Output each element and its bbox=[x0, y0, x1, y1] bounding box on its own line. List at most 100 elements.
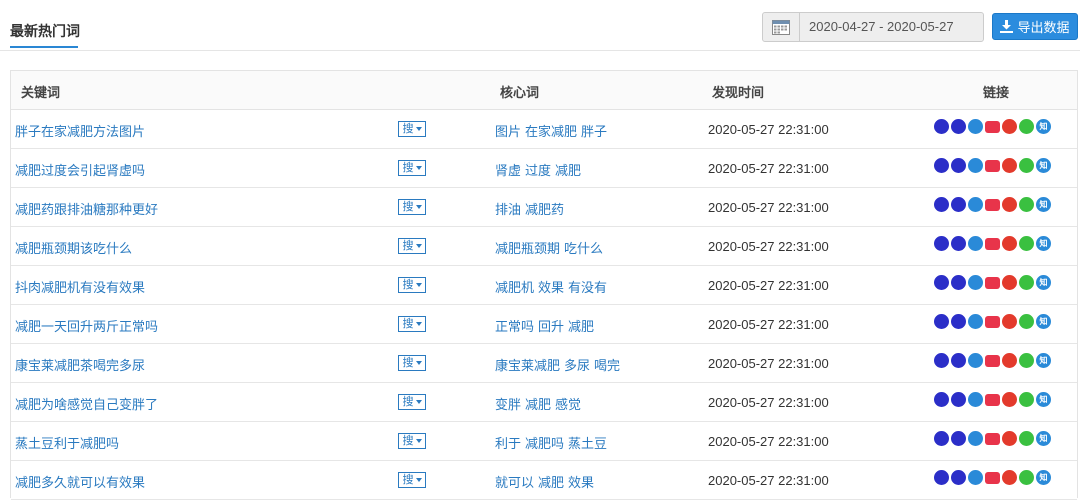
sogou-icon[interactable] bbox=[968, 275, 983, 290]
sogou-icon[interactable] bbox=[968, 314, 983, 329]
search-dropdown-button[interactable]: 搜 bbox=[398, 472, 426, 488]
taobao-icon[interactable] bbox=[985, 121, 1000, 133]
core-word-link[interactable]: 排油 bbox=[495, 203, 521, 218]
core-word-link[interactable]: 减肥吗 bbox=[525, 437, 564, 452]
core-word-link[interactable]: 回升 bbox=[538, 320, 564, 335]
keyword-link[interactable]: 减肥药跟排油糖那种更好 bbox=[15, 199, 158, 218]
wechat-icon[interactable] bbox=[1019, 197, 1034, 212]
core-word-link[interactable]: 变胖 bbox=[495, 398, 521, 413]
zhihu-icon[interactable]: 知 bbox=[1036, 392, 1051, 407]
core-word-link[interactable]: 喝完 bbox=[594, 359, 620, 374]
sogou-icon[interactable] bbox=[968, 392, 983, 407]
core-word-link[interactable]: 利于 bbox=[495, 437, 521, 452]
wechat-icon[interactable] bbox=[1019, 275, 1034, 290]
taobao-icon[interactable] bbox=[985, 433, 1000, 445]
360-icon[interactable] bbox=[951, 392, 966, 407]
tab-latest-hot-words[interactable]: 最新热门词 bbox=[10, 21, 80, 41]
taobao-icon[interactable] bbox=[985, 199, 1000, 211]
360-icon[interactable] bbox=[951, 275, 966, 290]
core-word-link[interactable]: 蒸土豆 bbox=[568, 437, 607, 452]
keyword-link[interactable]: 蒸土豆利于减肥吗 bbox=[15, 433, 119, 452]
baidu-icon[interactable] bbox=[934, 236, 949, 251]
weibo-icon[interactable] bbox=[1002, 197, 1017, 212]
keyword-link[interactable]: 抖肉减肥机有没有效果 bbox=[15, 277, 145, 296]
360-icon[interactable] bbox=[951, 158, 966, 173]
core-word-link[interactable]: 在家减肥 bbox=[525, 125, 577, 140]
baidu-icon[interactable] bbox=[934, 392, 949, 407]
baidu-icon[interactable] bbox=[934, 314, 949, 329]
core-word-link[interactable]: 就可以 bbox=[495, 476, 534, 491]
search-dropdown-button[interactable]: 搜 bbox=[398, 160, 426, 176]
keyword-link[interactable]: 胖子在家减肥方法图片 bbox=[15, 121, 145, 140]
search-dropdown-button[interactable]: 搜 bbox=[398, 316, 426, 332]
export-data-button[interactable]: 导出数据 bbox=[992, 13, 1078, 40]
zhihu-icon[interactable]: 知 bbox=[1036, 119, 1051, 134]
baidu-icon[interactable] bbox=[934, 119, 949, 134]
keyword-link[interactable]: 减肥一天回升两斤正常吗 bbox=[15, 316, 158, 335]
core-word-link[interactable]: 减肥药 bbox=[525, 203, 564, 218]
360-icon[interactable] bbox=[951, 353, 966, 368]
keyword-link[interactable]: 减肥瓶颈期该吃什么 bbox=[15, 238, 132, 257]
core-word-link[interactable]: 图片 bbox=[495, 125, 521, 140]
core-word-link[interactable]: 胖子 bbox=[581, 125, 607, 140]
core-word-link[interactable]: 减肥瓶颈期 bbox=[495, 242, 560, 257]
weibo-icon[interactable] bbox=[1002, 314, 1017, 329]
core-word-link[interactable]: 正常吗 bbox=[495, 320, 534, 335]
wechat-icon[interactable] bbox=[1019, 431, 1034, 446]
core-word-link[interactable]: 康宝莱减肥 bbox=[495, 359, 560, 374]
keyword-link[interactable]: 康宝莱减肥茶喝完多尿 bbox=[15, 355, 145, 374]
core-word-link[interactable]: 过度 bbox=[525, 164, 551, 179]
zhihu-icon[interactable]: 知 bbox=[1036, 353, 1051, 368]
core-word-link[interactable]: 感觉 bbox=[555, 398, 581, 413]
search-dropdown-button[interactable]: 搜 bbox=[398, 355, 426, 371]
wechat-icon[interactable] bbox=[1019, 314, 1034, 329]
sogou-icon[interactable] bbox=[968, 353, 983, 368]
baidu-icon[interactable] bbox=[934, 353, 949, 368]
weibo-icon[interactable] bbox=[1002, 392, 1017, 407]
core-word-link[interactable]: 减肥 bbox=[555, 164, 581, 179]
taobao-icon[interactable] bbox=[985, 277, 1000, 289]
sogou-icon[interactable] bbox=[968, 119, 983, 134]
baidu-icon[interactable] bbox=[934, 158, 949, 173]
baidu-icon[interactable] bbox=[934, 470, 949, 485]
search-dropdown-button[interactable]: 搜 bbox=[398, 433, 426, 449]
core-word-link[interactable]: 减肥 bbox=[525, 398, 551, 413]
zhihu-icon[interactable]: 知 bbox=[1036, 236, 1051, 251]
sogou-icon[interactable] bbox=[968, 158, 983, 173]
taobao-icon[interactable] bbox=[985, 238, 1000, 250]
calendar-button[interactable] bbox=[763, 13, 800, 41]
core-word-link[interactable]: 效果 bbox=[568, 476, 594, 491]
360-icon[interactable] bbox=[951, 119, 966, 134]
core-word-link[interactable]: 效果 bbox=[538, 281, 564, 296]
zhihu-icon[interactable]: 知 bbox=[1036, 470, 1051, 485]
360-icon[interactable] bbox=[951, 197, 966, 212]
wechat-icon[interactable] bbox=[1019, 470, 1034, 485]
core-word-link[interactable]: 肾虚 bbox=[495, 164, 521, 179]
sogou-icon[interactable] bbox=[968, 197, 983, 212]
search-dropdown-button[interactable]: 搜 bbox=[398, 394, 426, 410]
search-dropdown-button[interactable]: 搜 bbox=[398, 238, 426, 254]
sogou-icon[interactable] bbox=[968, 236, 983, 251]
taobao-icon[interactable] bbox=[985, 160, 1000, 172]
core-word-link[interactable]: 减肥 bbox=[568, 320, 594, 335]
zhihu-icon[interactable]: 知 bbox=[1036, 275, 1051, 290]
core-word-link[interactable]: 减肥 bbox=[538, 476, 564, 491]
wechat-icon[interactable] bbox=[1019, 392, 1034, 407]
weibo-icon[interactable] bbox=[1002, 470, 1017, 485]
baidu-icon[interactable] bbox=[934, 431, 949, 446]
keyword-link[interactable]: 减肥过度会引起肾虚吗 bbox=[15, 160, 145, 179]
search-dropdown-button[interactable]: 搜 bbox=[398, 277, 426, 293]
baidu-icon[interactable] bbox=[934, 275, 949, 290]
wechat-icon[interactable] bbox=[1019, 236, 1034, 251]
weibo-icon[interactable] bbox=[1002, 431, 1017, 446]
core-word-link[interactable]: 吃什么 bbox=[564, 242, 603, 257]
keyword-link[interactable]: 减肥为啥感觉自己变胖了 bbox=[15, 394, 158, 413]
search-dropdown-button[interactable]: 搜 bbox=[398, 199, 426, 215]
wechat-icon[interactable] bbox=[1019, 119, 1034, 134]
zhihu-icon[interactable]: 知 bbox=[1036, 197, 1051, 212]
core-word-link[interactable]: 减肥机 bbox=[495, 281, 534, 296]
taobao-icon[interactable] bbox=[985, 472, 1000, 484]
360-icon[interactable] bbox=[951, 236, 966, 251]
search-dropdown-button[interactable]: 搜 bbox=[398, 121, 426, 137]
weibo-icon[interactable] bbox=[1002, 119, 1017, 134]
